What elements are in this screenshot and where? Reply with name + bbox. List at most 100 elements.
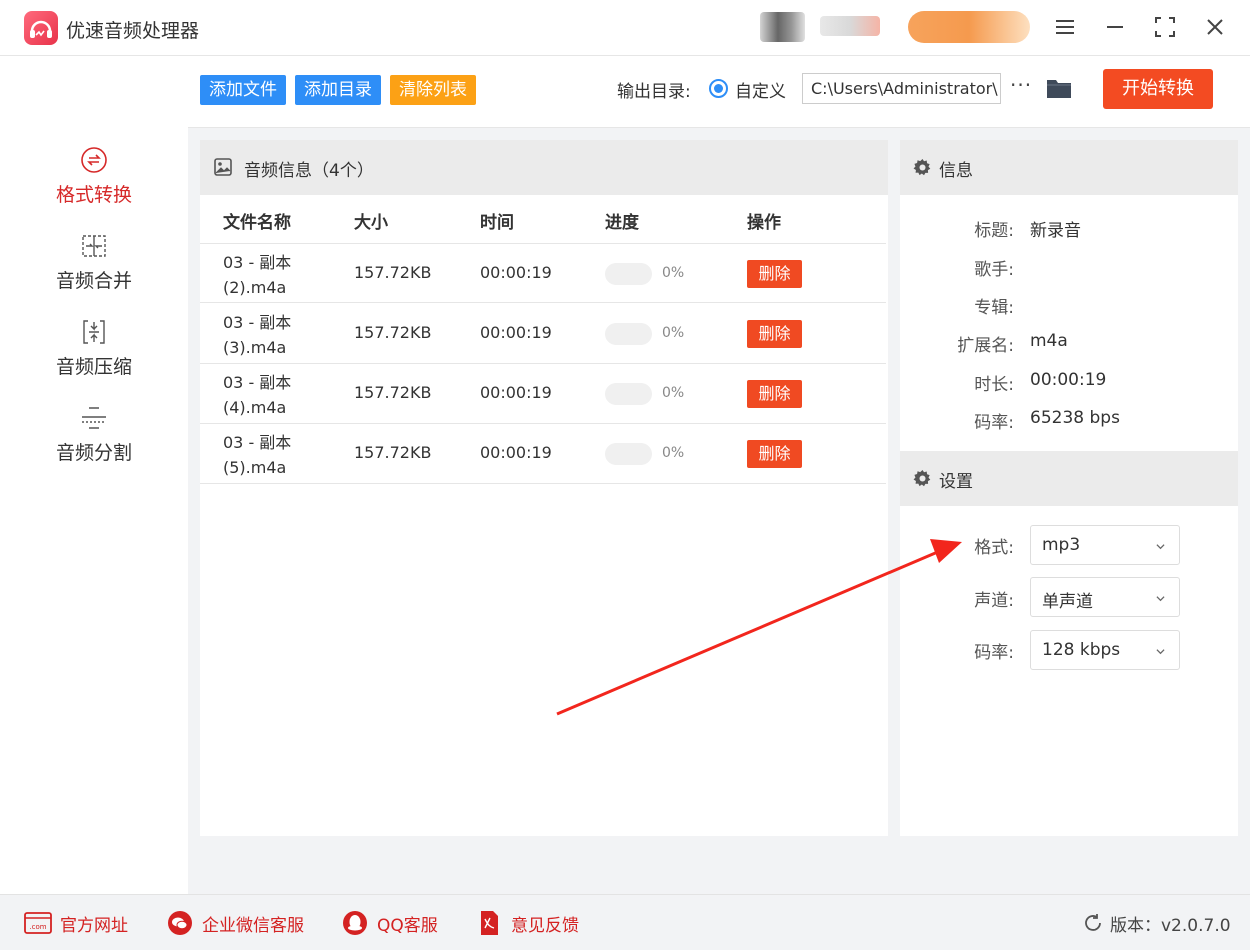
- sidebar-item-label: 音频合并: [55, 270, 132, 292]
- column-header-progress: 进度: [605, 213, 639, 233]
- info-section-title: 信息: [939, 161, 973, 181]
- file-size: 157.72KB: [354, 263, 432, 282]
- info-value-extension: m4a: [1030, 331, 1068, 351]
- refresh-icon: [1085, 914, 1101, 931]
- sidebar-item-label: 格式转换: [55, 184, 132, 206]
- qq-service-label: QQ客服: [377, 916, 438, 936]
- table-row[interactable]: 03 - 副本 (2).m4a 157.72KB 00:00:19 0% 删除: [200, 243, 886, 303]
- file-list-header: 音频信息（4个）: [200, 140, 888, 195]
- gear-icon: [913, 158, 931, 176]
- table-row[interactable]: 03 - 副本 (5).m4a 157.72KB 00:00:19 0% 删除: [200, 424, 886, 484]
- delete-button[interactable]: 删除: [747, 320, 802, 348]
- gear-icon: [913, 469, 931, 487]
- file-name: 03 - 副本 (4).m4a: [223, 373, 292, 417]
- file-size: 157.72KB: [354, 383, 432, 402]
- merge-icon: [82, 235, 106, 257]
- file-name: 03 - 副本 (2).m4a: [223, 253, 292, 297]
- sidebar-item-audio-split[interactable]: 音频分割: [0, 404, 188, 465]
- sidebar-item-label: 音频分割: [55, 442, 132, 464]
- channel-label: 声道:: [974, 591, 1014, 611]
- file-list-panel: 音频信息（4个） 文件名称 大小 时间 进度 操作 03 - 副本 (2).m4…: [200, 140, 888, 836]
- close-icon[interactable]: [1200, 12, 1230, 42]
- user-name-blurred: [820, 16, 880, 36]
- info-label-title: 标题:: [974, 221, 1014, 241]
- user-avatar: [760, 12, 805, 42]
- sidebar-item-audio-compress[interactable]: 音频压缩: [0, 318, 188, 379]
- format-label: 格式:: [974, 538, 1014, 558]
- right-panel: 信息 标题: 新录音 歌手: 专辑: 扩展名: m4a 时长: 00:00:19…: [900, 140, 1238, 836]
- folder-icon[interactable]: [1046, 76, 1072, 100]
- bitrate-value: 128 kbps: [1042, 640, 1121, 660]
- column-header-name: 文件名称: [223, 213, 291, 233]
- footer: .com 官方网址 企业微信客服 QQ客服 意见反馈 版本：v2.0.7.0: [0, 894, 1250, 950]
- table-row[interactable]: 03 - 副本 (4).m4a 157.72KB 00:00:19 0% 删除: [200, 364, 886, 424]
- chevron-down-icon: [1156, 544, 1165, 550]
- svg-text:.com: .com: [29, 923, 46, 931]
- add-directory-button[interactable]: 添加目录: [295, 75, 381, 105]
- delete-button[interactable]: 删除: [747, 440, 802, 468]
- info-label-album: 专辑:: [974, 298, 1014, 318]
- file-size: 157.72KB: [354, 443, 432, 462]
- info-value-title: 新录音: [1030, 221, 1081, 241]
- file-duration: 00:00:19: [480, 383, 552, 402]
- file-size: 157.72KB: [354, 323, 432, 342]
- split-icon: [82, 407, 106, 429]
- minimize-icon[interactable]: [1100, 12, 1130, 42]
- file-duration: 00:00:19: [480, 323, 552, 342]
- custom-output-label[interactable]: 自定义: [735, 77, 786, 102]
- bitrate-select[interactable]: 128 kbps: [1030, 630, 1180, 670]
- official-website-label: 官方网址: [60, 916, 128, 936]
- progress-bar: [605, 323, 652, 345]
- maximize-icon[interactable]: [1150, 12, 1180, 42]
- column-header-action: 操作: [747, 213, 781, 233]
- sidebar-item-label: 音频压缩: [55, 356, 132, 378]
- more-options-button[interactable]: ···: [1010, 73, 1032, 97]
- info-section-header: 信息: [900, 140, 1238, 195]
- format-select[interactable]: mp3: [1030, 525, 1180, 565]
- progress-bar: [605, 383, 652, 405]
- progress-bar: [605, 443, 652, 465]
- file-name: 03 - 副本 (3).m4a: [223, 313, 292, 357]
- progress-percent: 0%: [662, 265, 685, 281]
- add-file-button[interactable]: 添加文件: [200, 75, 286, 105]
- file-duration: 00:00:19: [480, 443, 552, 462]
- table-row[interactable]: 03 - 副本 (3).m4a 157.72KB 00:00:19 0% 删除: [200, 304, 886, 364]
- wechat-icon: [168, 911, 192, 935]
- sidebar-item-format-convert[interactable]: 格式转换: [0, 146, 188, 207]
- channel-select[interactable]: 单声道: [1030, 577, 1180, 617]
- delete-button[interactable]: 删除: [747, 380, 802, 408]
- progress-percent: 0%: [662, 385, 685, 401]
- custom-output-radio[interactable]: [709, 79, 728, 98]
- sidebar: 格式转换 音频合并 音频压缩 音频分割: [0, 56, 188, 894]
- clear-list-button[interactable]: 清除列表: [390, 75, 476, 105]
- file-duration: 00:00:19: [480, 263, 552, 282]
- info-value-bitrate: 65238 bps: [1030, 408, 1120, 428]
- info-label-extension: 扩展名:: [957, 336, 1014, 356]
- file-name: 03 - 副本 (5).m4a: [223, 433, 292, 477]
- info-value-duration: 00:00:19: [1030, 370, 1107, 390]
- toolbar: 添加文件 添加目录 清除列表 输出目录: 自定义 C:\Users\Admini…: [188, 56, 1250, 128]
- column-header-time: 时间: [480, 213, 514, 233]
- start-convert-button[interactable]: 开始转换: [1103, 69, 1213, 109]
- feedback-icon: [481, 911, 498, 935]
- progress-percent: 0%: [662, 445, 685, 461]
- progress-bar: [605, 263, 652, 285]
- format-value: mp3: [1042, 535, 1081, 555]
- compress-icon: [83, 320, 105, 344]
- sidebar-item-audio-merge[interactable]: 音频合并: [0, 232, 188, 293]
- settings-section-title: 设置: [939, 472, 973, 492]
- bitrate-label: 码率:: [974, 643, 1014, 663]
- file-list-title: 音频信息（4个）: [244, 161, 374, 181]
- app-logo-icon: [24, 11, 58, 45]
- progress-percent: 0%: [662, 325, 685, 341]
- website-icon: .com: [24, 912, 52, 934]
- delete-button[interactable]: 删除: [747, 260, 802, 288]
- chevron-down-icon: [1156, 649, 1165, 655]
- menu-icon[interactable]: [1050, 12, 1080, 42]
- settings-section-header: 设置: [900, 451, 1238, 506]
- output-path-input[interactable]: C:\Users\Administrator\: [802, 73, 1001, 104]
- column-header-size: 大小: [354, 213, 388, 233]
- output-dir-label: 输出目录:: [617, 82, 691, 102]
- vip-badge-blurred[interactable]: [908, 11, 1030, 43]
- wechat-service-label: 企业微信客服: [202, 916, 304, 936]
